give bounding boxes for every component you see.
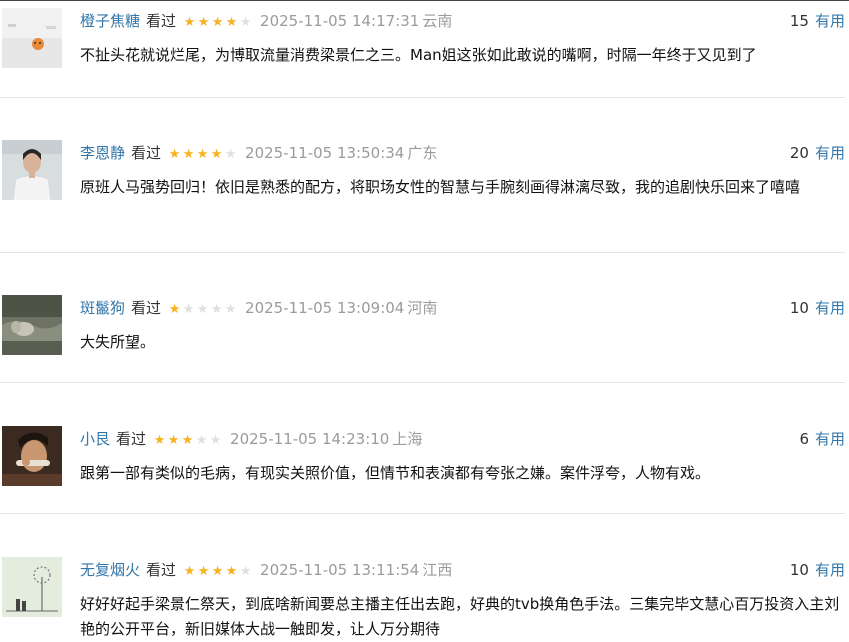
useful-vote: 6 有用 [799,428,845,450]
useful-count: 10 [789,561,809,579]
watch-status: 看过 [146,12,177,30]
review-meta: 斑鬣狗 看过 ★ ★ ★ ★ ★ 2025-11-05 13:09:04 河南 [80,297,437,319]
watch-status: 看过 [131,299,162,317]
rating-stars: ★ ★ ★ ★ ★ [152,430,222,452]
star-icon: ★ [197,564,210,579]
rating-stars: ★ ★ ★ ★ ★ [182,12,252,34]
star-icon: ★ [168,147,181,162]
author-link[interactable]: 橙子焦糖 [80,12,140,30]
star-icon: ★ [195,433,208,448]
author-link[interactable]: 斑鬣狗 [80,299,125,317]
review-meta: 无复烟火 看过 ★ ★ ★ ★ ★ 2025-11-05 13:11:54 江西 [80,559,452,581]
review-time: 2025-11-05 13:50:34 [245,144,405,162]
star-icon: ★ [197,15,210,30]
rating-stars: ★ ★ ★ ★ ★ [182,561,252,583]
avatar[interactable] [2,426,62,486]
star-icon: ★ [224,147,237,162]
author-link[interactable]: 无复烟火 [80,561,140,579]
star-icon: ★ [210,302,223,317]
useful-count: 6 [799,430,809,448]
review-content: 好好好起手梁景仁祭天，到底啥新闻要总主播主任出去跑，好典的tvb换角色手法。三集… [80,595,840,638]
star-icon: ★ [211,15,224,30]
star-icon: ★ [225,564,238,579]
star-icon: ★ [210,147,223,162]
useful-vote: 15 有用 [790,10,845,32]
author-link[interactable]: 小艮 [80,430,110,448]
avatar[interactable] [2,140,62,200]
star-icon: ★ [183,15,196,30]
review-content: 不扯头花就说烂尾，为博取流量消费梁景仁之三。Man姐这张如此敢说的嘴啊，时隔一年… [80,46,757,64]
review-content: 跟第一部有类似的毛病，有现实关照价值，但情节和表演都有夸张之嫌。案件浮夸，人物有… [80,464,711,482]
review-meta: 小艮 看过 ★ ★ ★ ★ ★ 2025-11-05 14:23:10 上海 [80,428,422,450]
useful-vote: 10 有用 [790,559,845,581]
review-location: 上海 [392,430,423,448]
review-location: 河南 [407,299,438,317]
star-icon: ★ [182,147,195,162]
rating-stars: ★ ★ ★ ★ ★ [167,144,237,166]
useful-count: 10 [789,299,809,317]
divider [0,97,845,98]
star-icon: ★ [239,15,252,30]
star-icon: ★ [167,433,180,448]
star-icon: ★ [168,302,181,317]
useful-button[interactable]: 有用 [815,299,845,317]
star-icon: ★ [183,564,196,579]
star-icon: ★ [153,433,166,448]
star-icon: ★ [211,564,224,579]
avatar[interactable] [2,8,62,68]
review-time: 2025-11-05 13:11:54 [260,561,420,579]
star-icon: ★ [182,302,195,317]
star-icon: ★ [225,15,238,30]
avatar[interactable] [2,295,62,355]
rating-stars: ★ ★ ★ ★ ★ [167,299,237,321]
review-time: 2025-11-05 14:17:31 [260,12,420,30]
review-time: 2025-11-05 14:23:10 [230,430,390,448]
useful-count: 20 [789,144,809,162]
star-icon: ★ [239,564,252,579]
useful-button[interactable]: 有用 [815,12,845,30]
author-link[interactable]: 李恩静 [80,144,125,162]
useful-button[interactable]: 有用 [815,430,845,448]
useful-vote: 20 有用 [790,142,845,164]
star-icon: ★ [196,147,209,162]
review-location: 广东 [407,144,438,162]
divider [0,252,845,253]
review-location: 云南 [422,12,453,30]
useful-button[interactable]: 有用 [815,561,845,579]
review-content: 原班人马强势回归！依旧是熟悉的配方，将职场女性的智慧与手腕刻画得淋漓尽致，我的追… [80,178,801,196]
review-content: 大失所望。 [80,333,156,351]
review-location: 江西 [422,561,453,579]
avatar[interactable] [2,557,62,617]
divider [0,382,845,383]
review-meta: 橙子焦糖 看过 ★ ★ ★ ★ ★ 2025-11-05 14:17:31 云南 [80,10,452,32]
useful-vote: 10 有用 [790,297,845,319]
watch-status: 看过 [116,430,147,448]
divider [0,513,845,514]
watch-status: 看过 [146,561,177,579]
review-meta: 李恩静 看过 ★ ★ ★ ★ ★ 2025-11-05 13:50:34 广东 [80,142,437,164]
star-icon: ★ [196,302,209,317]
useful-count: 15 [789,12,809,30]
star-icon: ★ [181,433,194,448]
useful-button[interactable]: 有用 [815,144,845,162]
review-time: 2025-11-05 13:09:04 [245,299,405,317]
star-icon: ★ [209,433,222,448]
star-icon: ★ [224,302,237,317]
watch-status: 看过 [131,144,162,162]
